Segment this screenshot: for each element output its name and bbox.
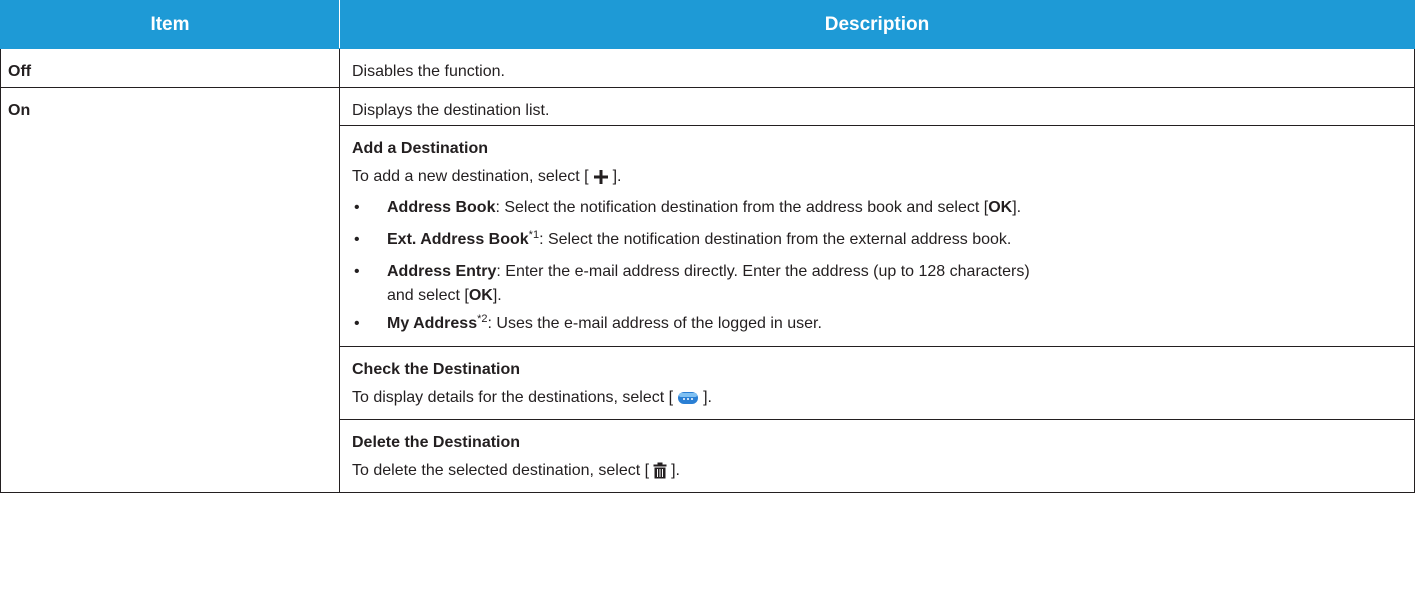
list-item-ext-address-book: • Ext. Address Book*1: Select the notifi… bbox=[354, 229, 1012, 249]
item-label-off: Off bbox=[8, 63, 32, 80]
desc-off: Disables the function. bbox=[352, 63, 505, 80]
table-row-off: Off Disables the function. bbox=[0, 48, 1415, 88]
header-item: Item bbox=[0, 0, 340, 49]
header-description: Description bbox=[339, 0, 1415, 49]
desc-cell-on: Displays the destination list. Add a Des… bbox=[339, 87, 1415, 493]
list-item-address-book: • Address Book: Select the notification … bbox=[354, 199, 1022, 216]
list-item-address-entry: • Address Entry: Enter the e-mail addres… bbox=[354, 263, 1030, 304]
check-destination-text: To display details for the destinations,… bbox=[352, 383, 1402, 413]
trash-icon bbox=[653, 460, 667, 490]
item-label-on: On bbox=[8, 102, 31, 119]
settings-table: Item Description Off Disables the functi… bbox=[0, 0, 1415, 493]
delete-destination-title: Delete the Destination bbox=[352, 434, 521, 451]
list-item-my-address: • My Address*2: Uses the e-mail address … bbox=[354, 313, 822, 333]
check-destination-block: Check the Destination To display details… bbox=[340, 346, 1414, 419]
add-destination-intro: To add a new destination, select []. bbox=[352, 162, 1402, 192]
item-cell-on: On bbox=[0, 87, 340, 493]
add-destination-block: Add a Destination To add a new destinati… bbox=[340, 125, 1414, 346]
check-destination-title: Check the Destination bbox=[352, 361, 521, 378]
add-destination-title: Add a Destination bbox=[352, 140, 489, 157]
header-row: Item Description bbox=[0, 0, 1415, 49]
delete-destination-block: Delete the Destination To delete the sel… bbox=[340, 419, 1414, 492]
details-button-icon bbox=[677, 387, 699, 417]
table-row-on: On Displays the destination list. Add a … bbox=[0, 87, 1415, 493]
plus-icon bbox=[593, 166, 609, 196]
desc-on: Displays the destination list. bbox=[352, 102, 550, 119]
item-cell-off: Off bbox=[0, 48, 340, 88]
delete-destination-text: To delete the selected destination, sele… bbox=[352, 456, 1402, 486]
desc-cell-off: Disables the function. bbox=[339, 48, 1415, 88]
